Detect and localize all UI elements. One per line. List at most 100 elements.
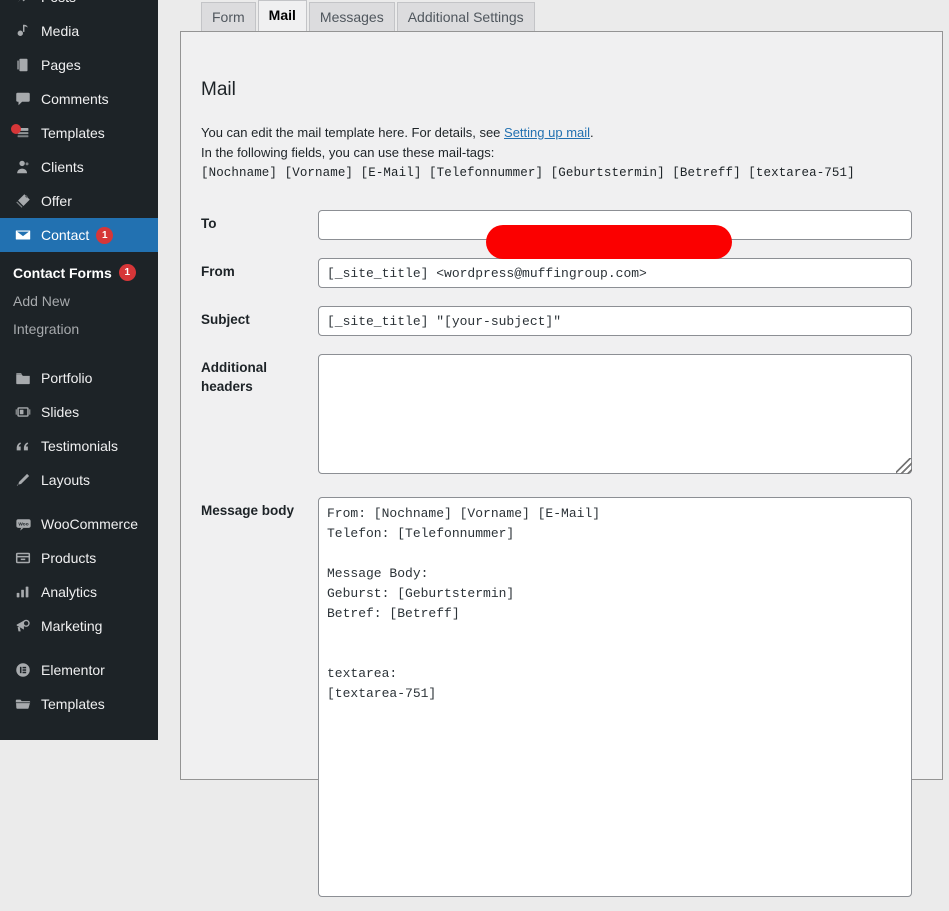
sidebar-item-label: Portfolio [37,371,92,385]
sidebar-item-comments[interactable]: Comments [0,82,158,116]
sidebar-item-contact[interactable]: Contact 1 [0,218,158,252]
quote-icon [9,437,37,455]
menu-separator [0,643,158,653]
slides-icon [9,403,37,421]
to-field-redaction-overlay [486,225,732,259]
media-icon [9,22,37,40]
sidebar-item-label: Testimonials [37,439,118,453]
additional-headers-wrap [318,354,912,474]
sidebar-item-partial-bottom[interactable] [0,731,158,740]
portfolio-icon [9,369,37,387]
page-title: Mail [201,78,922,103]
submenu-item-contact-forms[interactable]: Contact Forms 1 [0,258,158,287]
field-row-subject: Subject [201,297,922,345]
sidebar-item-marketing[interactable]: Marketing [0,609,158,643]
content-area: Form Mail Messages Additional Settings M… [158,0,949,740]
label-additional-headers: Additional headers [201,345,318,488]
envelope-icon [9,226,37,244]
sidebar-item-clients[interactable]: Clients [0,150,158,184]
submenu-item-label: Integration [13,321,79,337]
pin-icon [9,0,37,6]
submenu-item-add-new[interactable]: Add New [0,287,158,315]
submenu-item-label: Add New [13,293,70,309]
svg-text:Woo: Woo [18,521,28,527]
folder-icon [9,695,37,713]
sidebar-item-elementor[interactable]: Elementor [0,653,158,687]
comments-icon [9,90,37,108]
sidebar-item-label: Templates [37,697,105,711]
label-to: To [201,201,318,249]
tab-messages[interactable]: Messages [309,2,395,34]
sidebar-item-products[interactable]: Products [0,541,158,575]
label-from: From [201,249,318,297]
mailtags-intro: In the following fields, you can use the… [201,143,922,163]
sidebar-item-label: Products [37,551,96,565]
sidebar-item-label: Slides [37,405,79,419]
setting-up-mail-link[interactable]: Setting up mail [504,125,590,140]
sidebar-item-templates[interactable]: Templates [0,116,158,150]
mailtags-list: [Nochname] [Vorname] [E-Mail] [Telefonnu… [201,164,922,183]
sidebar-item-testimonials[interactable]: Testimonials [0,429,158,463]
sidebar-item-offer[interactable]: Offer [0,184,158,218]
analytics-icon [9,583,37,601]
sidebar-item-label: Elementor [37,663,105,677]
sidebar-item-pages[interactable]: Pages [0,48,158,82]
submenu-contact-forms-badge: 1 [119,264,136,281]
admin-sidebar: Posts Media Pages Comments Templates C [0,0,158,740]
sidebar-item-label: Comments [37,92,109,106]
message-body-textarea[interactable]: From: [Nochname] [Vorname] [E-Mail] Tele… [318,497,912,897]
description-suffix: . [590,125,594,140]
sidebar-item-label: Media [37,24,79,38]
sidebar-contact-badge: 1 [96,227,113,244]
field-row-additional-headers: Additional headers [201,345,922,488]
mail-panel: Mail You can edit the mail template here… [180,31,943,780]
label-subject: Subject [201,297,318,345]
tag-icon [9,192,37,210]
menu-separator [0,351,158,361]
update-dot-icon [11,124,21,134]
sidebar-item-label: Posts [37,0,76,4]
menu-separator [0,497,158,507]
mail-form-table: To From Subject [201,201,922,911]
products-icon [9,549,37,567]
sidebar-item-label: Pages [37,58,81,72]
elementor-icon [9,661,37,679]
sidebar-item-label: Clients [37,160,84,174]
sidebar-item-label: Templates [37,126,105,140]
mail-description: You can edit the mail template here. For… [201,123,922,184]
sidebar-item-label: Contact [37,228,89,242]
additional-headers-textarea[interactable] [318,354,912,474]
tab-mail[interactable]: Mail [258,0,307,34]
message-body-wrap: From: [Nochname] [Vorname] [E-Mail] Tele… [318,497,912,897]
contact-submenu: Contact Forms 1 Add New Integration [0,252,158,351]
sidebar-item-elementor-templates[interactable]: Templates [0,687,158,721]
layers-icon [9,124,37,142]
sidebar-item-media[interactable]: Media [0,14,158,48]
label-message-body: Message body [201,488,318,911]
sidebar-item-label: Offer [37,194,72,208]
submenu-item-label: Contact Forms [13,265,112,281]
sidebar-item-posts[interactable]: Posts [0,0,158,14]
menu-separator [0,721,158,731]
sidebar-item-layouts[interactable]: Layouts [0,463,158,497]
sidebar-item-portfolio[interactable]: Portfolio [0,361,158,395]
sidebar-item-label: Marketing [37,619,102,633]
sidebar-item-label: Analytics [37,585,97,599]
megaphone-icon [9,617,37,635]
tab-bar: Form Mail Messages Additional Settings [201,2,537,33]
from-input[interactable] [318,258,912,288]
sidebar-item-label: WooCommerce [37,517,138,531]
tab-additional-settings[interactable]: Additional Settings [397,2,535,34]
description-prefix: You can edit the mail template here. For… [201,125,504,140]
subject-input[interactable] [318,306,912,336]
sidebar-item-woocommerce[interactable]: Woo WooCommerce [0,507,158,541]
pencil-icon [9,471,37,489]
user-icon [9,158,37,176]
sidebar-item-label: Layouts [37,473,90,487]
sidebar-item-slides[interactable]: Slides [0,395,158,429]
sidebar-item-analytics[interactable]: Analytics [0,575,158,609]
submenu-item-integration[interactable]: Integration [0,315,158,343]
pages-icon [9,56,37,74]
woocommerce-icon: Woo [9,515,37,534]
tab-form[interactable]: Form [201,2,256,34]
